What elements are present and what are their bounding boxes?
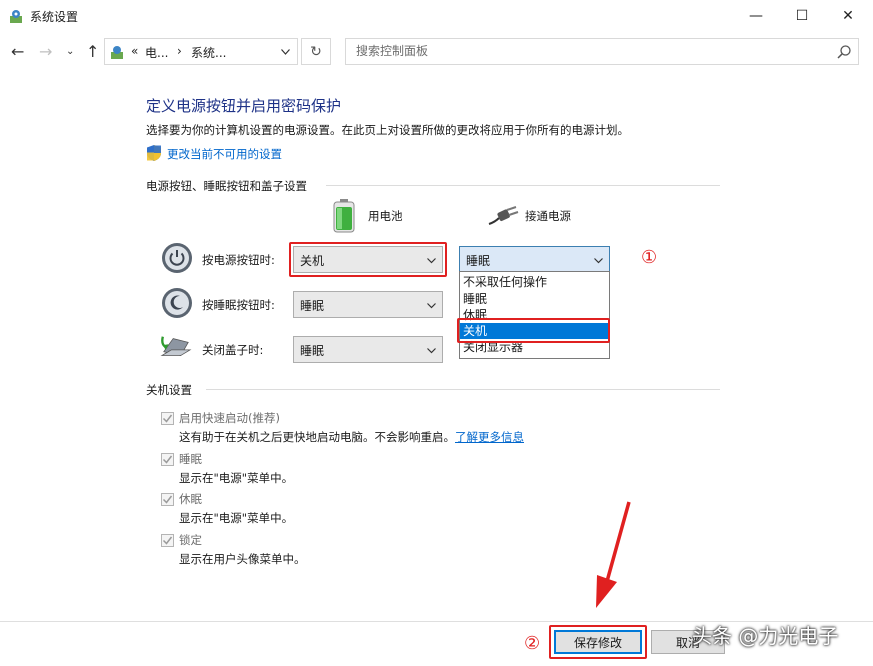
annotation-circle-1: ① xyxy=(641,247,658,268)
uac-shield-icon xyxy=(147,145,161,161)
plug-icon xyxy=(488,206,519,225)
battery-icon xyxy=(333,199,355,233)
fast-startup-description: 这有助于在关机之后更快地启动电脑。不会影响重启。了解更多信息 xyxy=(179,429,524,445)
option-sleep[interactable]: 睡眠 xyxy=(460,291,609,307)
breadcrumb-item-system[interactable]: 系统... xyxy=(191,44,226,61)
page-title: 定义电源按钮并启用密码保护 xyxy=(146,97,342,115)
lid-close-label: 关闭盖子时: xyxy=(202,343,264,357)
power-button-plugged-dropdown[interactable]: 睡眠 xyxy=(459,246,610,273)
plugged-in-column-header: 接通电源 xyxy=(525,209,571,223)
lock-checkbox[interactable] xyxy=(161,534,174,547)
sleep-option-description: 显示在"电源"菜单中。 xyxy=(179,471,294,485)
highlight-box-battery xyxy=(289,242,447,277)
section-divider xyxy=(206,389,720,390)
laptop-lid-icon xyxy=(160,336,192,356)
breadcrumb-separator: › xyxy=(177,44,182,58)
sleep-checkbox[interactable] xyxy=(161,453,174,466)
search-input[interactable] xyxy=(356,44,826,58)
lid-close-battery-value: 睡眠 xyxy=(300,344,325,358)
power-button-plugged-options-list: 不采取任何操作 睡眠 休眠 关机 关闭显示器 xyxy=(459,271,610,359)
refresh-button[interactable]: ↻ xyxy=(301,38,331,65)
chevron-down-icon xyxy=(427,303,436,309)
breadcrumb-prefix: « xyxy=(131,44,139,58)
hibernate-option-description: 显示在"电源"菜单中。 xyxy=(179,511,294,525)
highlight-box-shutdown-option xyxy=(457,318,610,343)
control-panel-icon xyxy=(10,10,22,23)
recent-pages-chevron-icon[interactable]: ⌄ xyxy=(66,46,74,57)
close-button[interactable]: ✕ xyxy=(825,0,871,31)
forward-arrow-icon[interactable]: → xyxy=(39,42,52,61)
control-panel-icon xyxy=(111,46,123,59)
search-box[interactable] xyxy=(345,38,859,65)
breadcrumb-item-power[interactable]: 电... xyxy=(145,44,168,61)
sleep-option-label: 睡眠 xyxy=(179,452,202,466)
search-icon[interactable] xyxy=(836,44,852,60)
lock-option-description: 显示在用户头像菜单中。 xyxy=(179,552,306,566)
checkmark-icon xyxy=(162,414,173,423)
fast-startup-label: 启用快速启动(推荐) xyxy=(179,411,280,425)
hibernate-checkbox[interactable] xyxy=(161,493,174,506)
power-button-label: 按电源按钮时: xyxy=(202,253,275,267)
up-arrow-icon[interactable]: ↑ xyxy=(86,42,99,61)
battery-column-header: 用电池 xyxy=(368,209,403,223)
change-unavailable-settings-link[interactable]: 更改当前不可用的设置 xyxy=(167,146,282,162)
minimize-button[interactable]: — xyxy=(733,0,779,31)
chevron-down-icon[interactable] xyxy=(281,49,290,55)
section-divider xyxy=(326,185,720,186)
fast-startup-description-text: 这有助于在关机之后更快地启动电脑。不会影响重启。 xyxy=(179,430,455,444)
sleep-button-icon xyxy=(162,288,192,318)
fast-startup-checkbox[interactable] xyxy=(161,412,174,425)
shutdown-section-heading: 关机设置 xyxy=(146,383,192,397)
chevron-down-icon xyxy=(427,348,436,354)
address-row: ← → ⌄ ↑ « 电... › 系统... ↻ xyxy=(0,34,873,70)
annotation-circle-2: ② xyxy=(524,633,541,654)
checkmark-icon xyxy=(162,495,173,504)
page-description: 选择要为你的计算机设置的电源设置。在此页上对设置所做的更改将应用于你所有的电源计… xyxy=(146,123,629,137)
checkmark-icon xyxy=(162,455,173,464)
red-pointer-arrow xyxy=(596,501,631,608)
power-button-icon xyxy=(162,243,192,273)
watermark-text: 头条 @力光电子 xyxy=(692,624,839,648)
title-bar: 系统设置 — ☐ ✕ xyxy=(0,0,873,32)
window-title: 系统设置 xyxy=(30,10,79,24)
chevron-down-icon xyxy=(594,258,603,264)
option-do-nothing[interactable]: 不采取任何操作 xyxy=(460,274,609,290)
sleep-button-battery-value: 睡眠 xyxy=(300,299,325,313)
power-button-plugged-value: 睡眠 xyxy=(466,254,491,268)
lock-option-label: 锁定 xyxy=(179,533,202,547)
back-arrow-icon[interactable]: ← xyxy=(11,42,24,61)
maximize-button[interactable]: ☐ xyxy=(779,0,825,31)
checkmark-icon xyxy=(162,536,173,545)
refresh-icon: ↻ xyxy=(310,43,322,60)
power-buttons-section-heading: 电源按钮、睡眠按钮和盖子设置 xyxy=(146,179,307,193)
learn-more-link[interactable]: 了解更多信息 xyxy=(455,430,524,444)
hibernate-option-label: 休眠 xyxy=(179,492,202,506)
sleep-button-battery-dropdown[interactable]: 睡眠 xyxy=(293,291,443,318)
sleep-button-label: 按睡眠按钮时: xyxy=(202,298,275,312)
address-bar[interactable]: « 电... › 系统... xyxy=(104,38,298,65)
highlight-box-save-button xyxy=(549,625,647,659)
lid-close-battery-dropdown[interactable]: 睡眠 xyxy=(293,336,443,363)
